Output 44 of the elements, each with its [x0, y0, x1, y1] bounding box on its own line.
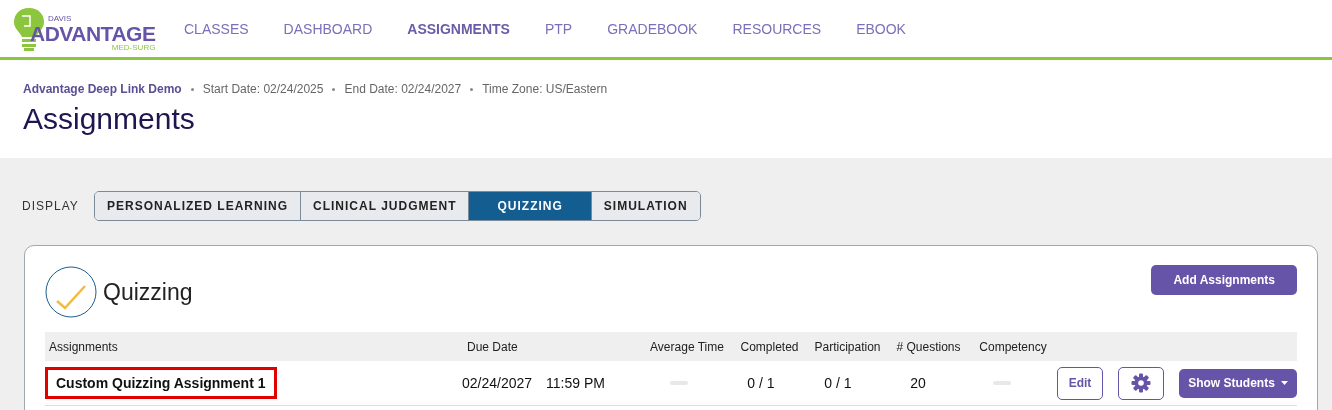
caret-icon [1280, 381, 1288, 385]
settings-button[interactable] [1118, 366, 1164, 400]
display-label: DISPLAY [22, 199, 80, 213]
bullet-icon [332, 87, 336, 91]
course-detail: Time Zone: US/Eastern [482, 82, 608, 96]
table-cell: 20 [910, 375, 926, 391]
table-cell: 0 / 1 [747, 375, 775, 391]
column-header: # Questions [895, 339, 962, 354]
column-header: Competency [978, 339, 1048, 354]
nav-link[interactable]: ASSIGNMENTS [407, 20, 510, 37]
nav-link[interactable]: DASHBOARD [283, 20, 373, 37]
column-header: Average Time [649, 339, 725, 354]
column-header: Assignments [48, 339, 119, 354]
nav-link[interactable]: CLASSES [184, 20, 249, 37]
logo-text: DAVIS [47, 14, 73, 23]
settings-icon [1131, 373, 1151, 393]
bullet-icon [470, 87, 474, 91]
table-cell: 0 / 1 [824, 375, 852, 391]
nav-link[interactable]: PTP [544, 20, 573, 37]
course-name: Advantage Deep Link Demo [23, 82, 182, 96]
edit-button[interactable]: Edit [1057, 366, 1103, 400]
due-date: 02/24/2027 [462, 375, 533, 391]
column-header: Participation [813, 339, 882, 354]
show-students-button[interactable]: Show Students [1179, 368, 1297, 398]
nav-link[interactable]: GRADEBOOK [607, 20, 698, 37]
page-title: Assignments [23, 102, 196, 136]
due-time: 11:59 PM [546, 375, 605, 391]
logo-text: ADVANTAGE [30, 22, 156, 44]
display-tab[interactable]: PERSONALIZED LEARNING [95, 192, 301, 220]
card-title: Quizzing [103, 278, 194, 306]
nav-link[interactable]: EBOOK [856, 20, 906, 37]
display-tab[interactable]: CLINICAL JUDGMENT [301, 192, 470, 220]
nav-link[interactable]: RESOURCES [732, 20, 822, 37]
column-header: Completed [739, 339, 800, 354]
assignment-name[interactable]: Custom Quizzing Assignment 1 [45, 367, 277, 399]
display-tab[interactable]: QUIZZING [469, 192, 592, 220]
add-assignments-button[interactable]: Add Assignments [1151, 265, 1297, 295]
display-tab[interactable]: SIMULATION [591, 192, 700, 220]
column-header: Due Date [467, 339, 519, 354]
bullet-icon [190, 87, 194, 91]
course-detail: Start Date: 02/24/2025 [202, 82, 324, 96]
logo-text: MED-SURG [111, 43, 156, 52]
course-detail: End Date: 02/24/2027 [344, 82, 462, 96]
checkmark-icon [45, 266, 97, 318]
